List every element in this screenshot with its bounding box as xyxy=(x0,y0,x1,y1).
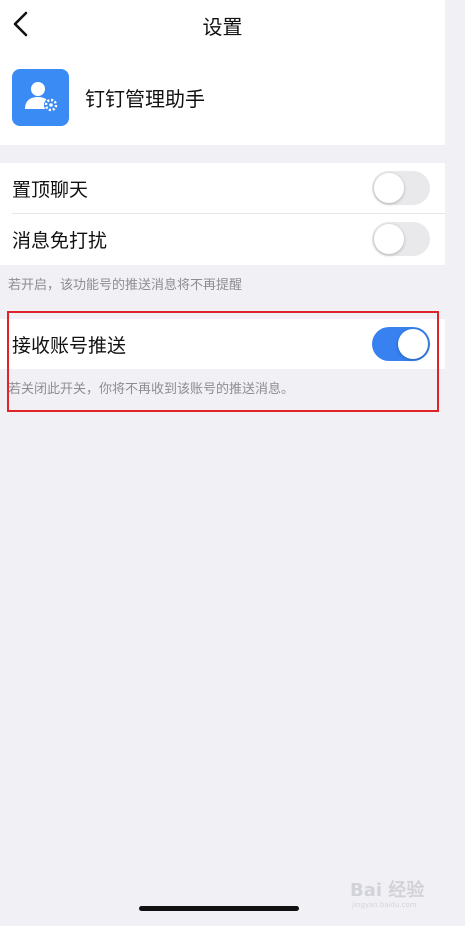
pin-chat-toggle[interactable] xyxy=(372,171,430,205)
avatar xyxy=(12,68,69,126)
pin-chat-row: 置顶聊天 xyxy=(0,163,445,214)
account-name: 钉钉管理助手 xyxy=(85,86,205,111)
mute-row: 消息免打扰 xyxy=(0,214,445,264)
pin-chat-label: 置顶聊天 xyxy=(12,178,89,201)
mute-hint: 若开启，该功能号的推送消息将不再提醒 xyxy=(8,278,243,293)
user-gear-icon xyxy=(24,82,58,112)
toggle-knob xyxy=(398,329,428,359)
toggle-knob xyxy=(374,224,404,254)
push-settings-group: 接收账号推送 xyxy=(0,319,445,369)
account-profile[interactable]: 钉钉管理助手 xyxy=(12,68,205,126)
receive-push-toggle[interactable] xyxy=(372,327,430,361)
receive-push-row: 接收账号推送 xyxy=(0,319,445,369)
toggle-knob xyxy=(374,173,404,203)
receive-push-hint: 若关闭此开关，你将不再收到该账号的推送消息。 xyxy=(8,382,295,397)
header-and-account: 设置 钉钉管理助手 xyxy=(0,0,445,145)
receive-push-label: 接收账号推送 xyxy=(12,334,127,357)
mute-label: 消息免打扰 xyxy=(12,229,108,252)
settings-page: 设置 钉钉管理助手 置顶聊天 消息免打扰 若开启，该功能号的推送消息将不再提醒 … xyxy=(0,0,465,926)
page-title: 设置 xyxy=(202,15,243,39)
mute-toggle[interactable] xyxy=(372,222,430,256)
chat-settings-group: 置顶聊天 消息免打扰 xyxy=(0,163,445,265)
watermark-text: Bai 经验 xyxy=(350,880,425,901)
watermark-sub: jingyan.baidu.com xyxy=(352,901,417,909)
home-indicator xyxy=(139,906,299,911)
watermark: Bai 经验 jingyan.baidu.com xyxy=(350,870,445,915)
